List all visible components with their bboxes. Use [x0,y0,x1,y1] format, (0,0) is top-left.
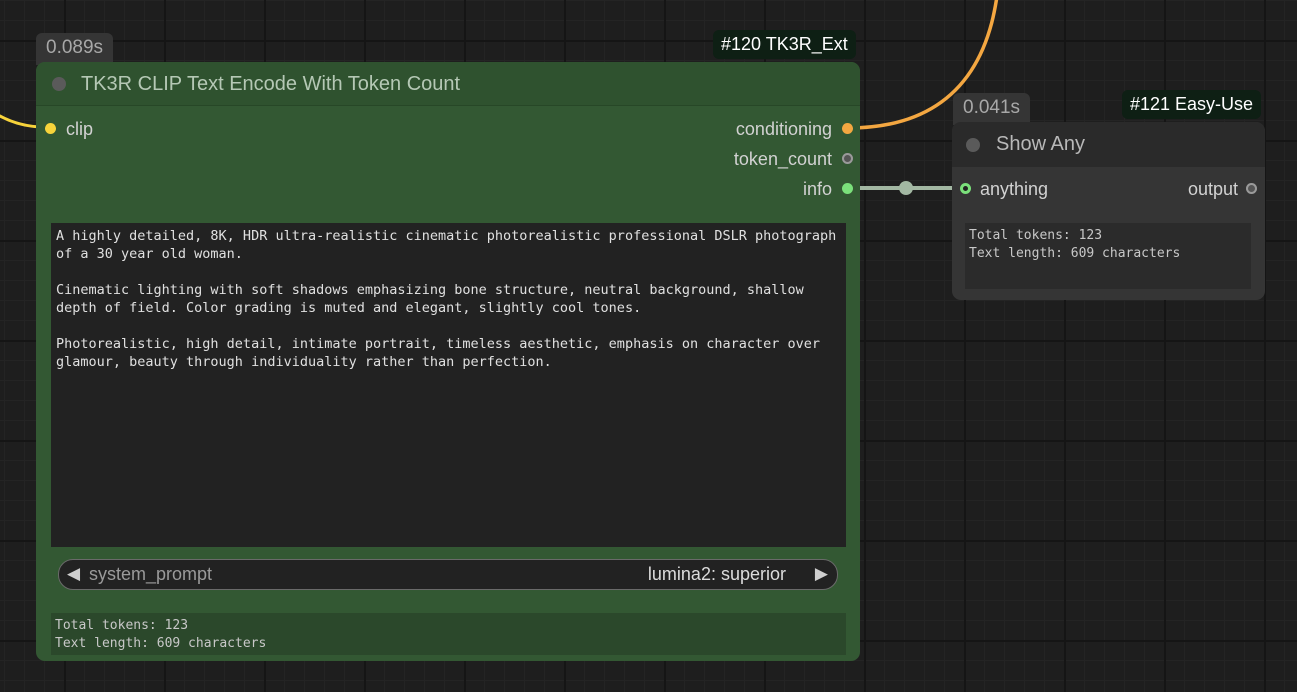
anything-input-dot[interactable] [960,183,971,194]
combo-label: system_prompt [89,564,213,584]
output-label: output [1187,179,1238,199]
node-120-title-bar[interactable]: TK3R CLIP Text Encode With Token Count [36,62,860,106]
node-120-execution-time: 0.089s [36,33,114,65]
show-any-display: Total tokens: 123 Text length: 609 chara… [965,223,1251,289]
node-121-execution-time: 0.041s [953,93,1031,125]
node-title: TK3R CLIP Text Encode With Token Count [81,73,461,95]
link-reroute-dot[interactable] [899,181,913,195]
anything-input-label: anything [980,179,1049,199]
node-120-id-badge: #120 TK3R_Ext [713,30,856,59]
node-collapse-dot[interactable] [966,138,980,152]
node-121-id-badge: #121 Easy-Use [1122,90,1262,119]
node-tk3r-clip-text-encode[interactable]: TK3R CLIP Text Encode With Token Count c… [36,62,860,661]
token-count-output-dot[interactable] [842,153,853,164]
token-info-display: Total tokens: 123 Text length: 609 chara… [51,613,846,655]
conditioning-output-dot[interactable] [842,123,853,134]
conditioning-output-label: conditioning [735,119,832,139]
clip-input-label: clip [66,119,94,139]
combo-right-arrow[interactable]: ▶ [815,564,828,584]
clip-input-dot[interactable] [45,123,56,134]
token-count-output-label: token_count [733,149,832,169]
info-output-dot[interactable] [842,183,853,194]
node-121-title-bar[interactable]: Show Any [952,122,1265,167]
info-output-label: info [802,179,832,199]
prompt-textarea[interactable]: A highly detailed, 8K, HDR ultra-realist… [51,223,846,547]
output-dot[interactable] [1246,183,1257,194]
combo-value: lumina2: superior [647,564,786,584]
system-prompt-combo[interactable]: ◀ system_prompt lumina2: superior ▶ [58,559,838,590]
node-show-any[interactable]: Show Any anything output Total tokens: 1… [952,122,1265,300]
combo-left-arrow[interactable]: ◀ [67,564,80,584]
node-collapse-dot[interactable] [52,77,66,91]
node-title: Show Any [996,133,1085,155]
